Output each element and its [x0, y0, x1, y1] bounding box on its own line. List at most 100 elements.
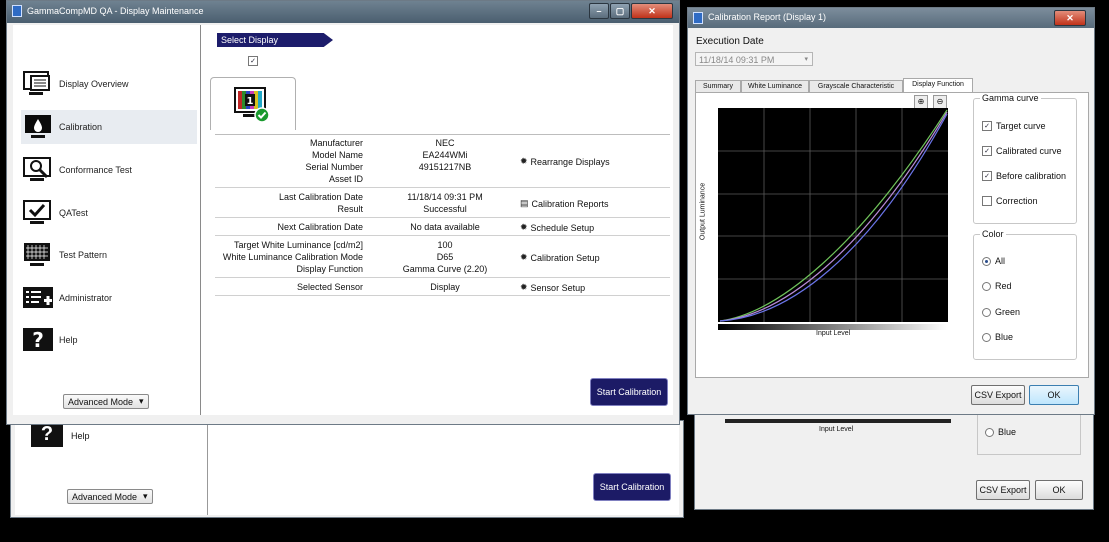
gear-icon: ✹ — [520, 282, 528, 292]
csv-export-button[interactable]: CSV Export — [971, 385, 1025, 405]
sidebar-item-administrator[interactable]: Administrator — [21, 281, 197, 315]
document-icon: ▤ — [520, 198, 529, 208]
start-calibration-button[interactable]: Start Calibration — [590, 378, 668, 406]
sidebar-label: Display Overview — [59, 79, 129, 89]
info-section-target: Target White Luminance [cd/m2] 100 White… — [215, 236, 670, 278]
white-luminance-mode-label: White Luminance Calibration Mode — [222, 252, 363, 262]
conformance-test-icon — [21, 155, 55, 185]
gear-icon: ✹ — [520, 156, 528, 166]
model-value: EA244WMi — [422, 150, 468, 160]
gear-icon: ✹ — [520, 252, 528, 262]
main-window: GammaCompMD QA - Display Maintenance – ▢… — [6, 0, 680, 425]
color-red-radio[interactable]: Red — [982, 281, 1012, 291]
target-curve-checkbox[interactable]: ✓ Target curve — [982, 121, 1046, 131]
info-section-sensor: Selected Sensor Display ✹ Sensor Setup — [215, 278, 670, 296]
ghost-advanced-mode-select[interactable]: Advanced Mode ▾ — [67, 489, 153, 504]
info-section-device: Manufacturer NEC Model Name EA244WMi Ser… — [215, 135, 670, 188]
result-label: Result — [337, 204, 363, 214]
rearrange-displays-link[interactable]: ✹ Rearrange Displays — [520, 156, 610, 167]
qa-test-icon — [21, 198, 55, 228]
tab-display-function[interactable]: Display Function — [903, 78, 973, 93]
ghost-start-calibration-button[interactable]: Start Calibration — [593, 473, 671, 501]
help-icon: ? — [21, 325, 55, 355]
report-title: Calibration Report (Display 1) — [708, 12, 827, 22]
schedule-setup-link[interactable]: ✹ Schedule Setup — [520, 222, 594, 233]
calibration-setup-link[interactable]: ✹ Calibration Setup — [520, 252, 600, 263]
ghost-ok-button[interactable]: OK — [1035, 480, 1083, 500]
report-window: Calibration Report (Display 1) ✕ Executi… — [687, 7, 1095, 415]
execution-date-label: Execution Date — [696, 36, 764, 47]
display-tile[interactable]: 1 — [210, 77, 296, 130]
svg-text:?: ? — [32, 328, 44, 352]
calibrated-curve-checkbox[interactable]: ✓ Calibrated curve — [982, 146, 1062, 156]
display-function-value: Gamma Curve (2.20) — [402, 264, 488, 274]
zoom-in-icon[interactable]: ⊕ — [914, 95, 928, 109]
execution-date-select[interactable]: 11/18/14 09:31 PM ▾ — [695, 52, 813, 66]
target-luminance-label: Target White Luminance [cd/m2] — [233, 240, 363, 250]
ghost-main-window: ? Help Advanced Mode ▾ Start Calibration — [10, 420, 684, 518]
app-icon — [12, 5, 22, 17]
zoom-out-icon[interactable]: ⊖ — [933, 95, 947, 109]
sensor-setup-link[interactable]: ✹ Sensor Setup — [520, 282, 585, 293]
info-section-schedule: Next Calibration Date No data available … — [215, 218, 670, 236]
sidebar-label: Help — [59, 335, 78, 345]
sidebar-item-help[interactable]: ? Help — [21, 323, 197, 357]
sidebar-label: Calibration — [59, 122, 103, 132]
last-calibration-value: 11/18/14 09:31 PM — [407, 192, 483, 202]
sidebar-item-test-pattern[interactable]: Test Pattern — [21, 238, 197, 272]
sidebar-label: Test Pattern — [59, 250, 108, 260]
manufacturer-value: NEC — [435, 138, 455, 148]
close-icon[interactable]: ✕ — [1054, 10, 1086, 26]
maximize-icon[interactable]: ▢ — [610, 3, 630, 19]
close-icon[interactable]: ✕ — [631, 3, 673, 19]
select-display-header: Select Display — [217, 33, 333, 47]
correction-checkbox[interactable]: Correction — [982, 196, 1038, 206]
sidebar-item-qatest[interactable]: QATest — [21, 196, 197, 230]
asset-label: Asset ID — [328, 174, 363, 184]
before-calibration-checkbox[interactable]: ✓ Before calibration — [982, 171, 1066, 181]
report-titlebar[interactable]: Calibration Report (Display 1) ✕ — [688, 8, 1094, 28]
calibration-reports-link[interactable]: ▤ Calibration Reports — [520, 198, 609, 209]
ghost-blue-radio[interactable]: Blue — [985, 427, 1016, 437]
display-function-chart — [718, 108, 948, 330]
ghost-help-label: Help — [71, 431, 90, 441]
serial-value: 49151217NB — [418, 162, 472, 172]
serial-label: Serial Number — [305, 162, 363, 172]
calibration-icon — [21, 112, 55, 142]
ok-button[interactable]: OK — [1029, 385, 1079, 405]
test-pattern-icon — [21, 240, 55, 270]
next-calibration-label: Next Calibration Date — [277, 222, 363, 232]
main-titlebar[interactable]: GammaCompMD QA - Display Maintenance – ▢… — [7, 1, 679, 23]
y-axis-label: Output Luminance — [699, 182, 707, 241]
display-select-checkbox[interactable]: ✓ — [248, 55, 258, 66]
sidebar-label: Administrator — [59, 293, 113, 303]
sensor-value: Display — [430, 282, 460, 292]
sidebar-label: Conformance Test — [59, 165, 132, 175]
main-title: GammaCompMD QA - Display Maintenance — [27, 6, 204, 16]
ghost-x-axis-label: Input Level — [819, 426, 854, 433]
result-value: Successful — [423, 204, 467, 214]
minimize-icon[interactable]: – — [589, 3, 609, 19]
sidebar-item-display-overview[interactable]: Display Overview — [21, 67, 197, 101]
sidebar-item-conformance-test[interactable]: Conformance Test — [21, 153, 197, 187]
color-green-radio[interactable]: Green — [982, 307, 1020, 317]
color-all-radio[interactable]: All — [982, 256, 1005, 266]
svg-text:1: 1 — [247, 96, 254, 107]
info-section-calibration: Last Calibration Date 11/18/14 09:31 PM … — [215, 188, 670, 218]
chevron-down-icon: ▾ — [143, 491, 148, 501]
ghost-csv-export-button[interactable]: CSV Export — [976, 480, 1030, 500]
model-label: Model Name — [311, 150, 363, 160]
ghost-report-window: Input Level Blue CSV Export OK — [694, 412, 1094, 510]
advanced-mode-select[interactable]: Advanced Mode ▾ — [63, 394, 149, 409]
gamma-curve-group: Gamma curve ✓ Target curve ✓ Calibrated cu… — [973, 93, 1077, 224]
sensor-label: Selected Sensor — [296, 282, 363, 292]
color-group: Color All Red Green Blue — [973, 229, 1077, 360]
sidebar-label: QATest — [59, 208, 88, 218]
white-luminance-mode-value: D65 — [436, 252, 454, 262]
last-calibration-label: Last Calibration Date — [278, 192, 363, 202]
color-blue-radio[interactable]: Blue — [982, 332, 1013, 342]
sidebar-item-calibration[interactable]: Calibration — [21, 110, 197, 144]
manufacturer-label: Manufacturer — [309, 138, 363, 148]
display-function-label: Display Function — [296, 264, 363, 274]
administrator-icon — [21, 283, 55, 313]
